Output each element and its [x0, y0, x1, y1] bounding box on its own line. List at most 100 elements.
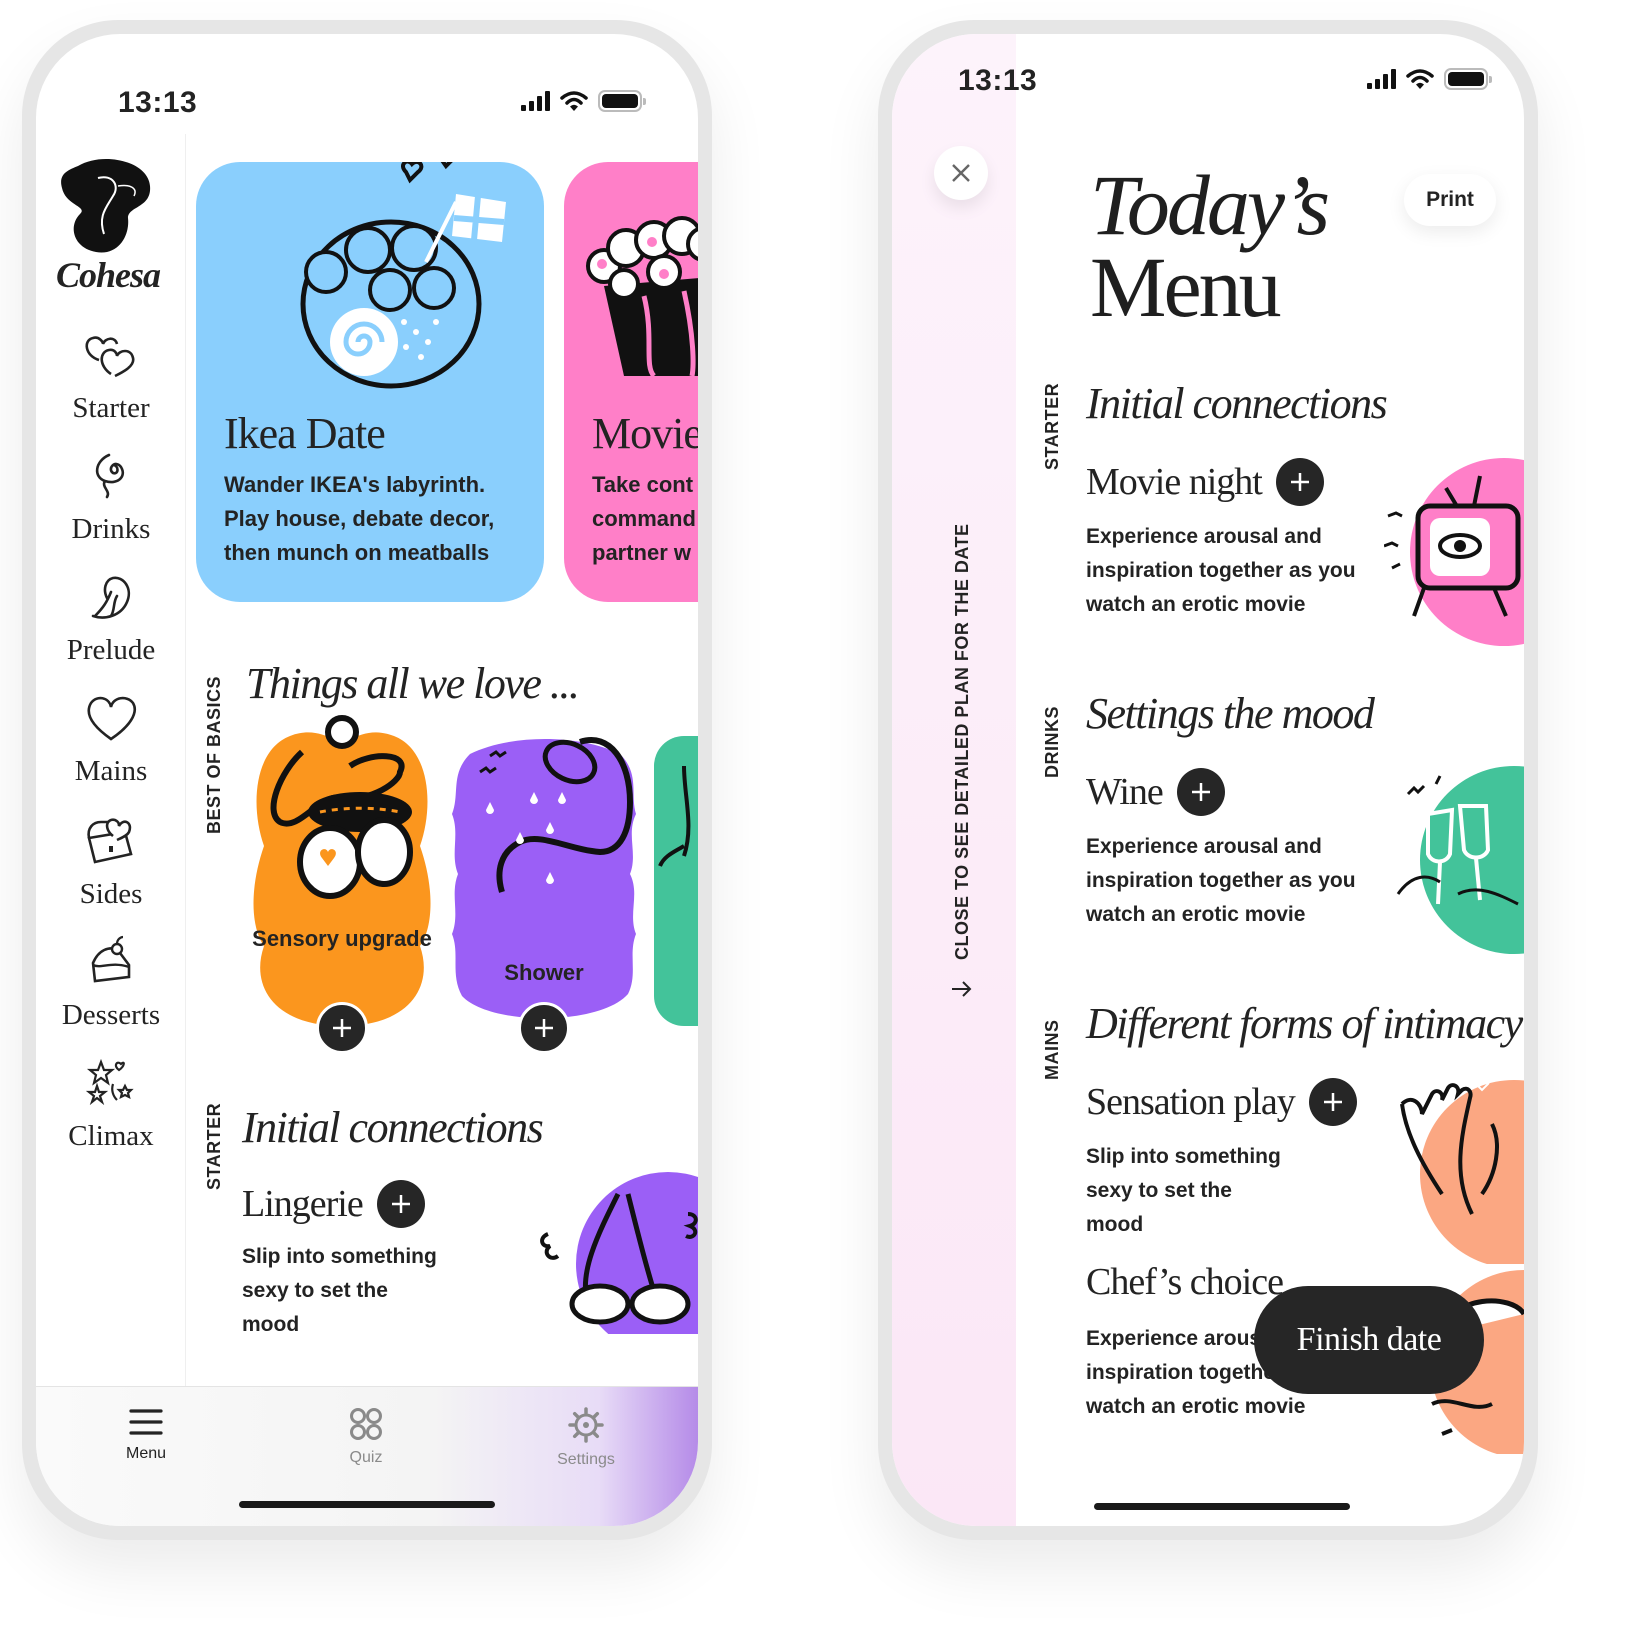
battery-icon: [598, 90, 646, 112]
card-description: Take cont command partner w: [592, 468, 696, 570]
tab-label: Quiz: [349, 1449, 383, 1466]
nav-item-drinks[interactable]: Drinks: [36, 451, 186, 546]
desc-line: Experience arousal and: [1086, 835, 1322, 858]
section-title-basics: Things all we love ...: [246, 659, 580, 708]
item-title: Movie night: [1086, 461, 1263, 503]
item-title: Wine: [1086, 771, 1164, 813]
section-label-starter: STARTER: [1042, 382, 1062, 470]
date-card-ikea[interactable]: Ikea Date Wander IKEA's labyrinth. Play …: [196, 162, 544, 602]
card-title: Ikea Date: [224, 409, 386, 458]
section-title: Settings the mood: [1086, 689, 1375, 738]
close-hint-label: CLOSE TO SEE DETAILED PLAN FOR THE DATE: [952, 523, 972, 960]
print-button[interactable]: Print: [1404, 174, 1496, 226]
tab-bar: Menu Quiz Settings: [36, 1386, 698, 1526]
wifi-icon: [1406, 69, 1434, 89]
desc-line: watch an erotic movie: [1086, 1395, 1306, 1418]
item-title: Lingerie: [242, 1183, 364, 1225]
desc-line: Slip into something: [242, 1245, 437, 1268]
nav-item-climax[interactable]: Climax: [36, 1056, 186, 1153]
nav-item-prelude[interactable]: Prelude: [36, 572, 186, 667]
status-icons: [521, 90, 646, 112]
date-card-movie[interactable]: Movie Take cont command partner w: [564, 162, 698, 602]
nav-item-sides[interactable]: Sides: [36, 814, 186, 911]
desc-line: inspiration together as you: [1086, 869, 1356, 892]
quiz-grid-icon: [350, 1408, 382, 1440]
desc-line: sexy to set the: [242, 1279, 388, 1302]
tv-eye-icon: [1384, 458, 1524, 646]
card-desc-line: Play house, debate decor,: [224, 506, 495, 531]
hands-icon: [1400, 1076, 1524, 1264]
section-title: Different forms of intimacy: [1086, 999, 1523, 1048]
phone-home: 13:13 Cohesa Starter Drinks Prelude Main…: [22, 20, 712, 1540]
finish-date-button[interactable]: Finish date: [1254, 1286, 1484, 1394]
desc-line: sexy to set the: [1086, 1179, 1232, 1202]
add-shower-button[interactable]: [518, 1002, 570, 1054]
feather-icon: [91, 576, 131, 619]
add-lingerie-button[interactable]: [376, 1180, 425, 1228]
fireworks-icon: [85, 1058, 134, 1106]
meatball-plate-illustration: [300, 162, 506, 389]
signal-icon: [521, 91, 550, 111]
plus-icon: [535, 1019, 553, 1037]
nav-item-mains[interactable]: Mains: [36, 693, 186, 788]
menu-item-chefs-choice: Chef’s choice: [1086, 1260, 1284, 1304]
basics-item-partial[interactable]: [654, 736, 698, 1026]
headphones-blindfold-illustration: [270, 715, 413, 899]
section-label-drinks: DRINKS: [1042, 705, 1062, 778]
nav-label: Climax: [68, 1120, 154, 1152]
menu-item-lingerie: Lingerie: [242, 1180, 425, 1228]
arrow-right-icon: [952, 981, 972, 997]
section-label-best-of-basics: BEST OF BASICS: [204, 675, 224, 834]
shower-head-illustration: [479, 737, 634, 893]
card-desc-line: Wander IKEA's labyrinth.: [224, 472, 486, 497]
card-title: Movie: [592, 409, 698, 458]
tab-label: Settings: [557, 1451, 615, 1468]
cohesa-logo-icon: [61, 158, 151, 253]
wifi-icon: [560, 91, 588, 111]
plus-icon: [1323, 1093, 1342, 1111]
nav-label: Sides: [79, 878, 143, 910]
item-title: Sensation play: [1086, 1081, 1296, 1123]
close-button[interactable]: [934, 146, 988, 200]
nav-label: Starter: [72, 392, 150, 424]
item-description: Experience arousal and inspiration toget…: [1086, 830, 1356, 932]
menu-item-sensation-play: Sensation play: [1086, 1078, 1357, 1126]
card-description: Wander IKEA's labyrinth. Play house, deb…: [224, 468, 494, 570]
plus-icon: [333, 1019, 351, 1037]
nav-item-desserts[interactable]: Desserts: [36, 935, 186, 1032]
nav-label: Drinks: [71, 513, 151, 545]
tab-menu[interactable]: Menu: [86, 1407, 206, 1463]
signal-icon: [1367, 69, 1396, 89]
home-screen: 13:13 Cohesa Starter Drinks Prelude Main…: [36, 34, 698, 1526]
home-indicator: [239, 1501, 495, 1508]
tab-quiz[interactable]: Quiz: [306, 1407, 426, 1467]
nav-label: Mains: [74, 755, 148, 787]
basics-item-sensory-upgrade[interactable]: Sensory upgrade: [250, 715, 434, 1056]
basics-item-shower[interactable]: Shower: [450, 734, 638, 1056]
item-description: Slip into something sexy to set the mood: [242, 1240, 437, 1342]
two-hearts-icon: [85, 336, 135, 378]
brand-name: Cohesa: [56, 255, 161, 295]
section-title-starter: Initial connections: [242, 1103, 544, 1152]
add-wine-button[interactable]: [1176, 768, 1225, 816]
add-movie-night-button[interactable]: [1275, 458, 1324, 506]
desc-line: watch an erotic movie: [1086, 593, 1306, 616]
card-desc-line: command: [592, 506, 696, 531]
nav-item-starter[interactable]: Starter: [36, 330, 186, 425]
plus-icon: [1191, 783, 1210, 801]
tab-settings[interactable]: Settings: [526, 1407, 646, 1469]
menu-item-wine: Wine: [1086, 768, 1225, 816]
desc-line: Slip into something: [1086, 1145, 1281, 1168]
status-icons: [1367, 68, 1492, 90]
add-sensation-play-button[interactable]: [1308, 1078, 1357, 1126]
basics-item-label: Shower: [504, 960, 584, 985]
page-title: Today’s Menu: [1090, 162, 1330, 335]
nav-label: Prelude: [66, 634, 156, 666]
category-sidebar: Cohesa Starter Drinks Prelude Mains Side…: [36, 134, 186, 1386]
title-line-2: Menu: [1090, 239, 1282, 335]
desc-line: Experience arousal and: [1086, 525, 1322, 548]
basics-item-label: Sensory upgrade: [252, 926, 432, 951]
add-sensory-upgrade-button[interactable]: [316, 1002, 368, 1054]
plus-icon: [391, 1195, 410, 1213]
desc-line: watch an erotic movie: [1086, 903, 1306, 926]
